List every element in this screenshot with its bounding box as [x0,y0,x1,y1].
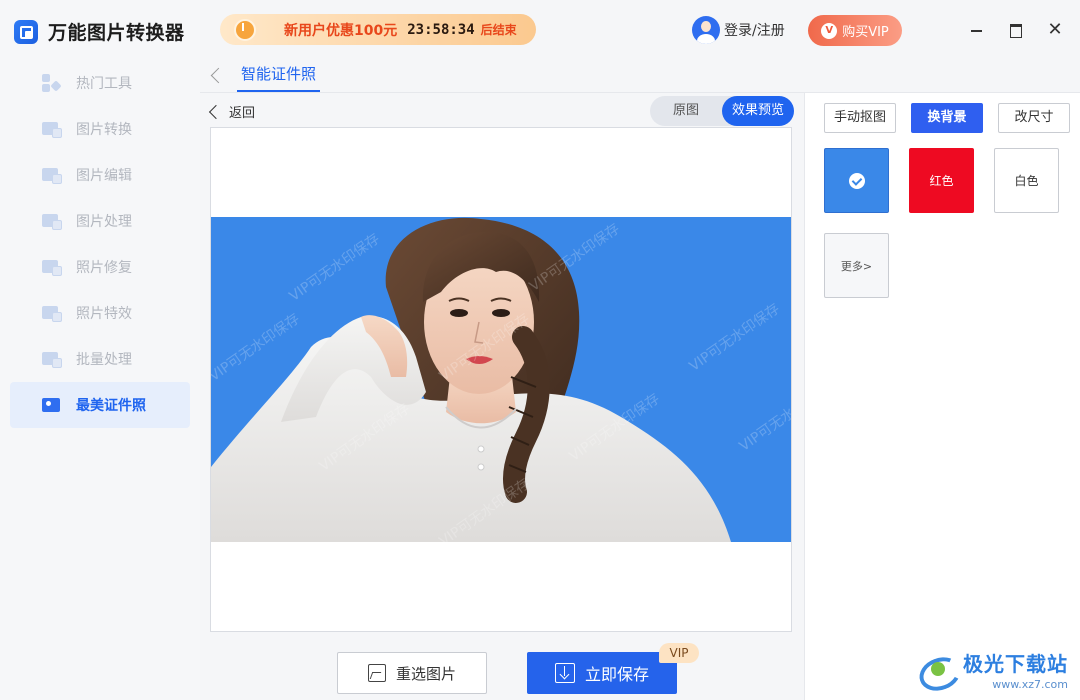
save-label: 立即保存 [584,665,649,684]
brand-name: 极光下载站 [963,652,1068,676]
buy-vip-button[interactable]: V 购买VIP [808,15,902,46]
hot-tools-icon [42,74,62,92]
sidebar-item-label: 批量处理 [76,352,132,368]
minimize-button[interactable] [966,20,988,40]
swatch-blue[interactable] [824,148,889,213]
image-process-icon [42,212,62,230]
save-now-button[interactable]: 立即保存 [527,652,677,694]
image-edit-icon [42,166,62,184]
sidebar-item-label: 图片处理 [76,214,132,230]
check-icon [848,172,865,189]
app-title: 万能图片转换器 [48,22,185,44]
swatch-red[interactable]: 红色 [909,148,974,213]
chevron-left-icon [208,104,224,119]
image-canvas: VIP可无水印保存 VIP可无水印保存 VIP可无水印保存 VIP可无水印保存 … [210,127,792,632]
toggle-original[interactable]: 原图 [650,96,722,126]
photo-repair-icon [42,258,62,276]
maximize-button[interactable] [1005,20,1027,40]
promo-text: 新用户优惠100元 [284,22,398,39]
sidebar-item-image-edit[interactable]: 图片编辑 [10,152,190,198]
tab-resize[interactable]: 改尺寸 [998,103,1070,133]
app-logo: 万能图片转换器 [14,18,185,45]
swatch-red-label: 红色 [929,174,954,188]
reselect-label: 重选图片 [395,664,456,683]
promo-banner[interactable]: 新用户优惠100元 23:58:34 后结束 [220,14,536,45]
view-toggle: 原图 效果预览 [650,96,794,126]
more-label: 更多> [840,259,873,273]
batch-process-icon [42,350,62,368]
sidebar-item-photo-effect[interactable]: 照片特效 [10,290,190,336]
sidebar-item-label: 热门工具 [76,76,132,92]
sidebar-item-label: 照片特效 [76,306,132,322]
buy-vip-label: 购买VIP [842,25,889,40]
swatch-white-label: 白色 [1014,174,1039,188]
promo-countdown: 23:58:34 [407,21,475,38]
sidebar-item-label: 最美证件照 [76,398,146,414]
site-watermark: 极光下载站 www.xz7.com [915,648,1068,691]
promo-end-label: 后结束 [480,23,517,37]
tab-manual-cutout[interactable]: 手动抠图 [824,103,896,133]
close-icon: ✕ [1047,19,1063,40]
sidebar-nav: 热门工具 图片转换 图片编辑 图片处理 照片修复 照片特效 批量处理 最美证件照 [10,60,190,428]
close-button[interactable]: ✕ [1044,20,1066,40]
avatar-icon [692,16,720,44]
photo-effect-icon [42,304,62,322]
back-arrow-icon[interactable] [206,64,226,88]
vip-icon: V [821,22,838,39]
image-icon [367,664,386,682]
toggle-effect-preview[interactable]: 效果预览 [722,96,794,126]
sidebar-item-image-process[interactable]: 图片处理 [10,198,190,244]
login-link[interactable]: 登录/注册 [692,16,785,44]
aurora-logo-icon [915,650,959,690]
brand-url: www.xz7.com [992,678,1068,691]
sidebar-item-photo-repair[interactable]: 照片修复 [10,244,190,290]
sidebar-item-image-convert[interactable]: 图片转换 [10,106,190,152]
return-label: 返回 [229,106,256,121]
return-link[interactable]: 返回 [208,102,255,121]
sidebar-item-hot-tools[interactable]: 热门工具 [10,60,190,106]
sidebar-item-label: 图片编辑 [76,168,132,184]
image-convert-icon [42,120,62,138]
sidebar-item-label: 照片修复 [76,260,132,276]
login-label: 登录/注册 [724,23,785,39]
sidebar-item-label: 图片转换 [76,122,132,138]
sidebar: 万能图片转换器 热门工具 图片转换 图片编辑 图片处理 照片修复 照片特效 批量… [0,0,200,700]
tab-id-photo[interactable]: 智能证件照 [237,63,321,92]
vip-badge: VIP [659,643,699,663]
sidebar-item-batch-process[interactable]: 批量处理 [10,336,190,382]
portrait-photo: VIP可无水印保存 VIP可无水印保存 VIP可无水印保存 VIP可无水印保存 … [211,217,791,542]
tab-change-background[interactable]: 换背景 [911,103,983,133]
download-icon [554,663,575,683]
swatch-white[interactable]: 白色 [994,148,1059,213]
reselect-image-button[interactable]: 重选图片 [337,652,487,694]
id-photo-icon [42,396,62,414]
swatch-more-button[interactable]: 更多> [824,233,889,298]
app-logo-icon [14,19,38,44]
alarm-clock-icon [220,14,264,45]
sidebar-item-id-photo[interactable]: 最美证件照 [10,382,190,428]
